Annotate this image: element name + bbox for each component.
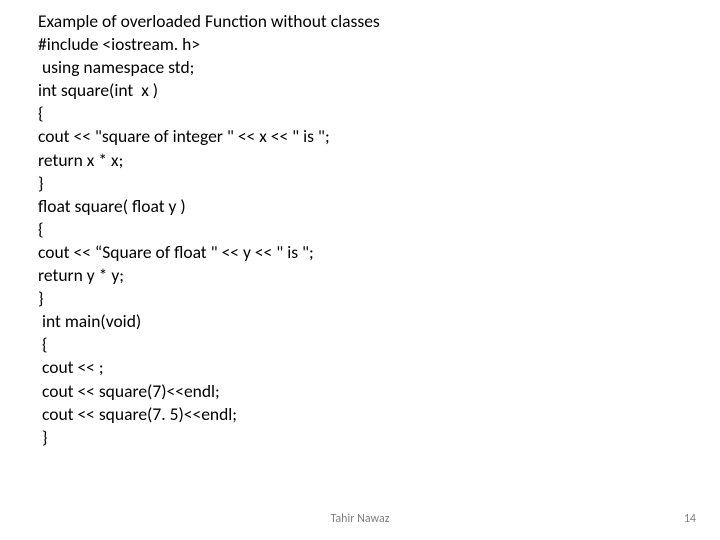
footer-author: Tahir Nawaz [331, 512, 390, 526]
code-line: Example of overloaded Function without c… [38, 10, 720, 33]
code-line: cout << “Square of float " << y << " is … [38, 241, 720, 264]
code-line: { [38, 102, 720, 125]
code-line: } [38, 426, 720, 449]
code-line: cout << square(7)<<endl; [38, 380, 720, 403]
code-line: int square(int x ) [38, 79, 720, 102]
code-line: cout << square(7. 5)<<endl; [38, 403, 720, 426]
code-line: return y * y; [38, 264, 720, 287]
code-line: cout << "square of integer " << x << " i… [38, 125, 720, 148]
footer-page-number: 14 [684, 512, 696, 526]
code-content: Example of overloaded Function without c… [0, 0, 720, 449]
code-line: } [38, 287, 720, 310]
code-line: { [38, 218, 720, 241]
code-line: cout << ; [38, 356, 720, 379]
code-line: } [38, 172, 720, 195]
code-line: float square( float y ) [38, 195, 720, 218]
code-line: using namespace std; [38, 56, 720, 79]
code-line: return x * x; [38, 149, 720, 172]
code-line: int main(void) [38, 310, 720, 333]
code-line: #include <iostream. h> [38, 33, 720, 56]
code-line: { [38, 333, 720, 356]
